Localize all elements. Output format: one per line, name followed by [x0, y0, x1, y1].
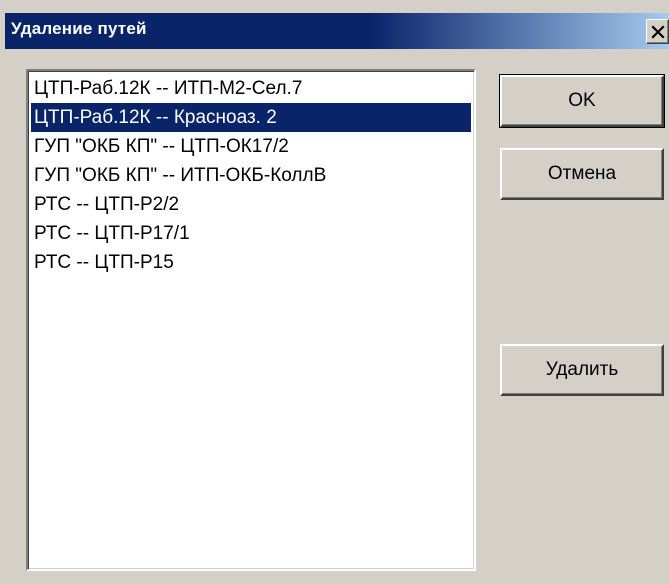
delete-button[interactable]: Удалить: [500, 344, 664, 396]
dialog-window: Удаление путей ЦТП-Раб.12К -- ИТП-М2-Сел…: [0, 0, 669, 584]
list-item[interactable]: ГУП "ОКБ КП" -- ЦТП-ОК17/2: [31, 132, 471, 161]
list-item[interactable]: ЦТП-Раб.12К -- Красноаз. 2: [31, 103, 471, 132]
list-item[interactable]: РТС -- ЦТП-Р2/2: [31, 190, 471, 219]
list-item[interactable]: РТС -- ЦТП-Р15: [31, 248, 471, 277]
list-item[interactable]: ЦТП-Раб.12К -- ИТП-М2-Сел.7: [31, 74, 471, 103]
dialog-title: Удаление путей: [11, 19, 147, 38]
cancel-button[interactable]: Отмена: [500, 148, 664, 200]
list-item[interactable]: ГУП "ОКБ КП" -- ИТП-ОКБ-КоллВ: [31, 161, 471, 190]
close-icon: [650, 24, 665, 39]
ok-button[interactable]: OK: [499, 74, 665, 128]
close-button[interactable]: [646, 19, 669, 44]
paths-list: ЦТП-Раб.12К -- ИТП-М2-Сел.7 ЦТП-Раб.12К …: [31, 74, 471, 277]
title-bar[interactable]: Удаление путей: [5, 13, 669, 49]
paths-listbox[interactable]: ЦТП-Раб.12К -- ИТП-М2-Сел.7 ЦТП-Раб.12К …: [26, 69, 476, 571]
list-item[interactable]: РТС -- ЦТП-Р17/1: [31, 219, 471, 248]
